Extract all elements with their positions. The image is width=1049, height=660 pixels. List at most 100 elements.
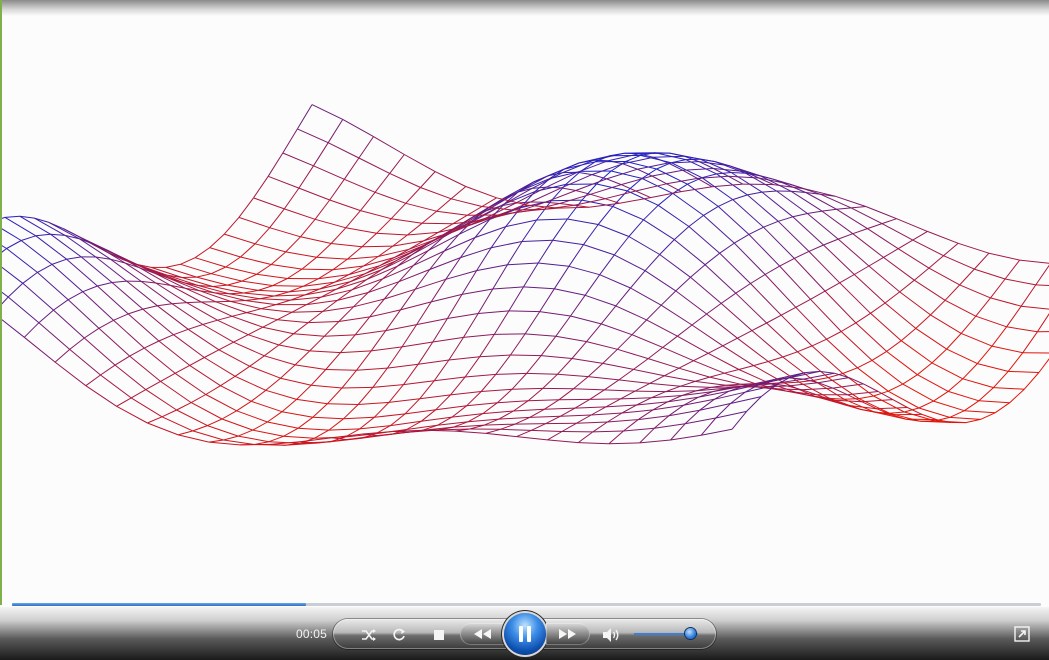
mesh-segment (768, 356, 783, 362)
mesh-segment (547, 439, 579, 444)
mesh-segment (1021, 305, 1049, 310)
stop-button[interactable] (430, 625, 448, 645)
mesh-segment (314, 199, 331, 220)
mesh-segment (722, 337, 738, 347)
mesh-segment (516, 429, 532, 438)
mesh-segment (821, 208, 837, 212)
mesh-segment (617, 334, 633, 350)
mesh-segment (678, 367, 710, 378)
fullscreen-icon (1014, 626, 1030, 642)
mute-button[interactable] (600, 625, 622, 645)
mesh-segment (491, 241, 523, 249)
mesh-segment (577, 431, 594, 444)
mesh-segment (129, 347, 145, 357)
mesh-segment (660, 290, 677, 306)
mesh-segment (308, 321, 339, 324)
mesh-segment (301, 256, 317, 270)
mesh-segment (218, 349, 250, 367)
mesh-segment (541, 355, 573, 359)
mesh-segment (480, 374, 497, 392)
mesh-segment (716, 172, 732, 175)
mesh-segment (300, 218, 316, 238)
mesh-segment (186, 302, 218, 321)
mesh-segment (330, 227, 347, 244)
mesh-segment (295, 364, 326, 370)
pause-button[interactable] (504, 613, 546, 655)
mesh-segment (221, 410, 237, 420)
mesh-segment (259, 298, 291, 301)
mesh-segment (209, 247, 241, 258)
mesh-segment (227, 280, 243, 286)
fullscreen-button[interactable] (1013, 625, 1031, 643)
mesh-segment (252, 429, 284, 437)
mesh-segment (268, 435, 284, 443)
mesh-segment (463, 333, 495, 338)
mesh-segment (559, 203, 575, 206)
mesh-segment (284, 208, 316, 220)
mesh-segment (570, 315, 602, 325)
mesh-segment (1008, 370, 1039, 373)
mesh-segment (283, 187, 300, 210)
mesh-segment (599, 274, 631, 289)
mesh-segment (725, 383, 741, 386)
mesh-segment (280, 377, 312, 386)
mesh-segment (675, 290, 707, 315)
mesh-segment (448, 356, 480, 361)
mesh-segment (604, 389, 636, 392)
mesh-segment (526, 355, 542, 374)
mesh-segment (267, 152, 284, 177)
mesh-segment (389, 154, 405, 174)
mesh-segment (443, 234, 460, 252)
mesh-segment (750, 274, 766, 284)
mesh-segment (973, 252, 990, 270)
mesh-segment (6, 240, 22, 249)
mesh-segment (842, 367, 858, 374)
mesh-segment (949, 410, 965, 418)
shuffle-button[interactable] (358, 625, 380, 645)
mesh-segment (376, 218, 392, 234)
fast-forward-button[interactable] (546, 623, 590, 645)
mesh-segment (309, 350, 341, 354)
mesh-segment (884, 291, 901, 304)
mesh-segment (619, 197, 651, 204)
mesh-segment (278, 344, 310, 352)
mesh-segment (523, 262, 539, 288)
mesh-segment (701, 177, 734, 201)
mesh-segment (608, 442, 640, 445)
mesh-segment (724, 369, 740, 374)
rewind-button[interactable] (460, 623, 504, 645)
mesh-segment (575, 406, 606, 409)
mesh-segment (748, 226, 764, 235)
repeat-button[interactable] (389, 625, 409, 645)
mesh-segment (417, 341, 434, 365)
mesh-segment (450, 391, 482, 396)
mesh-segment (327, 387, 343, 405)
mesh-segment (930, 314, 962, 334)
mesh-segment (870, 312, 902, 342)
mesh-segment (262, 326, 294, 335)
mesh-segment (558, 206, 589, 209)
mesh-segment (212, 284, 228, 287)
mesh-segment (1009, 388, 1025, 404)
mesh-segment (183, 282, 215, 294)
mesh-segment (419, 380, 435, 400)
mesh-segment (205, 394, 237, 412)
mesh-segment (735, 283, 751, 294)
mesh-segment (328, 418, 344, 431)
mesh-segment (189, 357, 205, 366)
mesh-segment (587, 363, 604, 377)
mesh-segment (990, 278, 1006, 299)
mesh-segment (208, 439, 224, 443)
mesh-segment (338, 316, 370, 322)
mesh-segment (382, 264, 414, 280)
mesh-segment (900, 340, 933, 364)
mesh-segment (221, 418, 253, 431)
seek-bar[interactable] (12, 603, 1041, 606)
mesh-segment (633, 358, 649, 370)
mesh-segment (161, 416, 194, 432)
video-area[interactable] (2, 16, 1049, 604)
mesh-segment (886, 351, 918, 376)
mesh-segment (351, 279, 367, 291)
mesh-segment (325, 369, 357, 371)
mesh-segment (526, 372, 558, 375)
